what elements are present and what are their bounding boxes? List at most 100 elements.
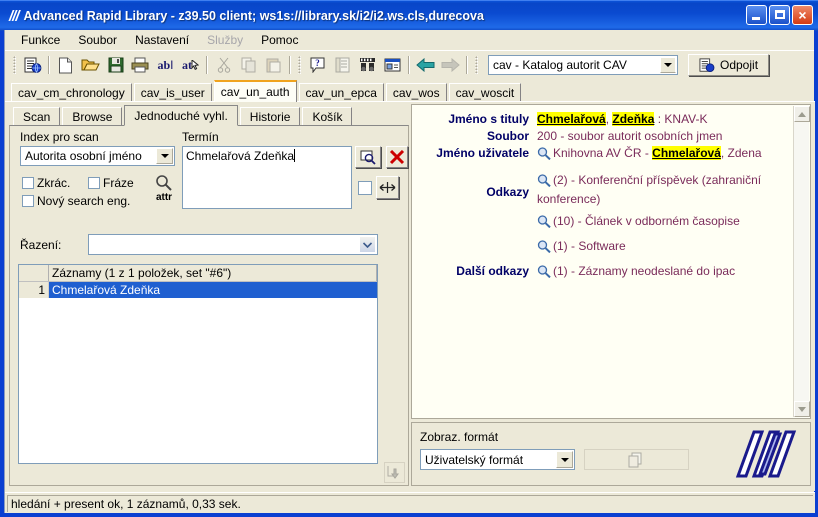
checkbox-fraze[interactable]: Fráze	[88, 176, 134, 190]
red-x-icon	[389, 149, 405, 164]
status-text: hledání + present ok, 1 záznamů, 0,33 se…	[7, 494, 813, 512]
window-title: Advanced Rapid Library - z39.50 client; …	[23, 9, 484, 23]
record-detail-inner: Jméno s tituly Chmelařová, Zdeňka : KNAV…	[412, 105, 793, 418]
checkbox-novy-search-eng[interactable]: Nový search eng.	[22, 194, 130, 208]
format-label: Zobraz. formát	[420, 430, 499, 444]
toolbar-grip[interactable]	[13, 56, 16, 74]
new-document-icon[interactable]	[53, 54, 78, 77]
tab-scan[interactable]: Scan	[13, 107, 61, 126]
magnifier-icon[interactable]	[537, 265, 552, 282]
checkbox-fraze-box[interactable]	[88, 177, 100, 189]
abl-icon[interactable]: ab I	[153, 54, 178, 77]
toolbar-separator	[48, 56, 50, 74]
detail-label: Odkazy	[486, 185, 529, 199]
index-combo[interactable]: Autorita osobní jméno	[20, 146, 175, 166]
detail-value: (10) - Článek v odborném časopise	[537, 213, 793, 232]
detail-value: (1) - Software	[537, 238, 793, 257]
tab-cav-is-user[interactable]: cav_is_user	[133, 83, 212, 102]
checkbox-novy-search-eng-box[interactable]	[22, 195, 34, 207]
attr-label: attr	[155, 192, 173, 203]
chevron-down-icon[interactable]	[556, 451, 573, 468]
scroll-up-button[interactable]	[794, 106, 810, 122]
toolbar-grip-3[interactable]	[475, 56, 478, 74]
magnifier-icon[interactable]	[537, 240, 552, 257]
checkbox-fraze-label: Fráze	[103, 176, 134, 190]
window-icon[interactable]	[380, 54, 405, 77]
tab-cav-woscit[interactable]: cav_woscit	[448, 83, 522, 102]
disconnect-label: Odpojit	[720, 58, 759, 72]
copy-icon	[236, 54, 261, 77]
row-title: Chmelařová Zdeňka	[49, 282, 377, 298]
detail-value-part: : KNAV-K	[654, 112, 708, 126]
attr-button[interactable]: attr	[154, 174, 174, 203]
back-arrow-icon[interactable]	[413, 54, 438, 77]
detail-value: 200 - soubor autorit osobních jmen	[537, 129, 723, 143]
tab-historie[interactable]: Historie	[239, 107, 301, 126]
toolbar-separator-2	[206, 56, 208, 74]
maximize-button[interactable]	[769, 5, 790, 25]
chevron-down-icon[interactable]	[359, 236, 376, 253]
checkbox-zkrac[interactable]: Zkrác.	[22, 176, 70, 190]
search-pane: Scan Browse Jednoduché vyhl. Historie Ko…	[9, 104, 409, 486]
menu-nastaveni[interactable]: Nastavení	[127, 31, 197, 49]
tab-kosik[interactable]: Košík	[302, 107, 353, 126]
connect-icon[interactable]	[20, 54, 45, 77]
detail-value-part[interactable]: (2) - Konferenční příspěvek (zahraniční …	[537, 173, 761, 206]
expand-checkbox[interactable]	[358, 181, 372, 195]
toolbar-grip-2[interactable]	[298, 56, 301, 74]
title-bar: /// Advanced Rapid Library - z39.50 clie…	[0, 0, 818, 31]
menu-pomoc[interactable]: Pomoc	[253, 31, 306, 49]
save-icon[interactable]	[103, 54, 128, 77]
magnifier-icon[interactable]	[537, 215, 552, 232]
application-window: /// Advanced Rapid Library - z39.50 clie…	[0, 0, 818, 517]
find-binoculars-icon[interactable]	[355, 54, 380, 77]
checkbox-zkrac-box[interactable]	[22, 177, 34, 189]
menu-soubor[interactable]: Soubor	[70, 31, 125, 49]
at-icon[interactable]: at	[178, 54, 203, 77]
magnifier-icon[interactable]	[537, 147, 552, 164]
format-combo[interactable]: Uživatelský formát	[420, 449, 575, 470]
status-bar: hledání + present ok, 1 záznamů, 0,33 se…	[5, 492, 815, 513]
detail-value-part[interactable]: (1) - Software	[553, 239, 626, 253]
detail-value-part[interactable]: (1) - Záznamy neodeslané do ipac	[553, 264, 735, 278]
tab-cav-un-epca[interactable]: cav_un_epca	[298, 83, 384, 102]
tab-jednoduche-vyhl[interactable]: Jednoduché vyhl.	[124, 105, 238, 126]
tab-browse[interactable]: Browse	[62, 107, 123, 126]
term-input[interactable]: Chmelařová Zdeňka	[182, 146, 352, 209]
detail-value-part: Knihovna AV ČR -	[553, 146, 653, 160]
chevron-down-icon[interactable]	[156, 148, 173, 164]
database-combo-value: cav - Katalog autorit CAV	[493, 58, 627, 72]
detail-value-part[interactable]: (10) - Článek v odborném časopise	[553, 214, 740, 228]
clear-button[interactable]	[386, 146, 408, 168]
disconnect-button[interactable]: Odpojit	[688, 54, 770, 76]
record-detail: Jméno s tituly Chmelařová, Zdeňka : KNAV…	[411, 104, 811, 419]
database-tab-strip: cav_cm_chronology cav_is_user cav_un_aut…	[5, 80, 814, 102]
tab-cav-wos[interactable]: cav_wos	[385, 83, 447, 102]
help-icon[interactable]: ?	[305, 54, 330, 77]
client-area: Funkce Soubor Nastavení Služby Pomoc ab …	[4, 30, 815, 513]
slashes-logo	[724, 428, 802, 480]
minimize-button[interactable]	[746, 5, 767, 25]
scroll-down-button[interactable]	[794, 401, 810, 417]
tab-cav-un-auth[interactable]: cav_un_auth	[213, 80, 297, 102]
detail-row: Jméno uživatele Knihovna AV ČR - Chmelař…	[412, 145, 793, 164]
search-button[interactable]	[355, 146, 381, 168]
chevron-down-icon[interactable]	[660, 57, 676, 73]
tab-cav-cm-chronology[interactable]: cav_cm_chronology	[11, 83, 132, 102]
detail-row: (1) - Software	[412, 238, 793, 257]
database-combo[interactable]: cav - Katalog autorit CAV	[488, 55, 678, 75]
menu-funkce[interactable]: Funkce	[13, 31, 68, 49]
detail-scrollbar[interactable]	[793, 106, 810, 417]
results-grid[interactable]: Záznamy (1 z 1 položek, set "#6") 1 Chme…	[18, 264, 378, 464]
print-icon[interactable]	[128, 54, 153, 77]
detail-row: Další odkazy (1) - Záznamy neodeslané do…	[412, 263, 793, 282]
menu-sluzby: Služby	[207, 33, 244, 47]
text-caret	[294, 149, 296, 162]
table-row[interactable]: 1 Chmelařová Zdeňka	[19, 282, 377, 298]
copy-pages-icon	[628, 452, 642, 467]
open-folder-icon[interactable]	[78, 54, 103, 77]
magnifier-icon[interactable]	[537, 174, 552, 191]
close-button[interactable]: ×	[792, 5, 813, 25]
sort-combo[interactable]	[88, 234, 378, 255]
expand-button[interactable]	[376, 176, 399, 199]
